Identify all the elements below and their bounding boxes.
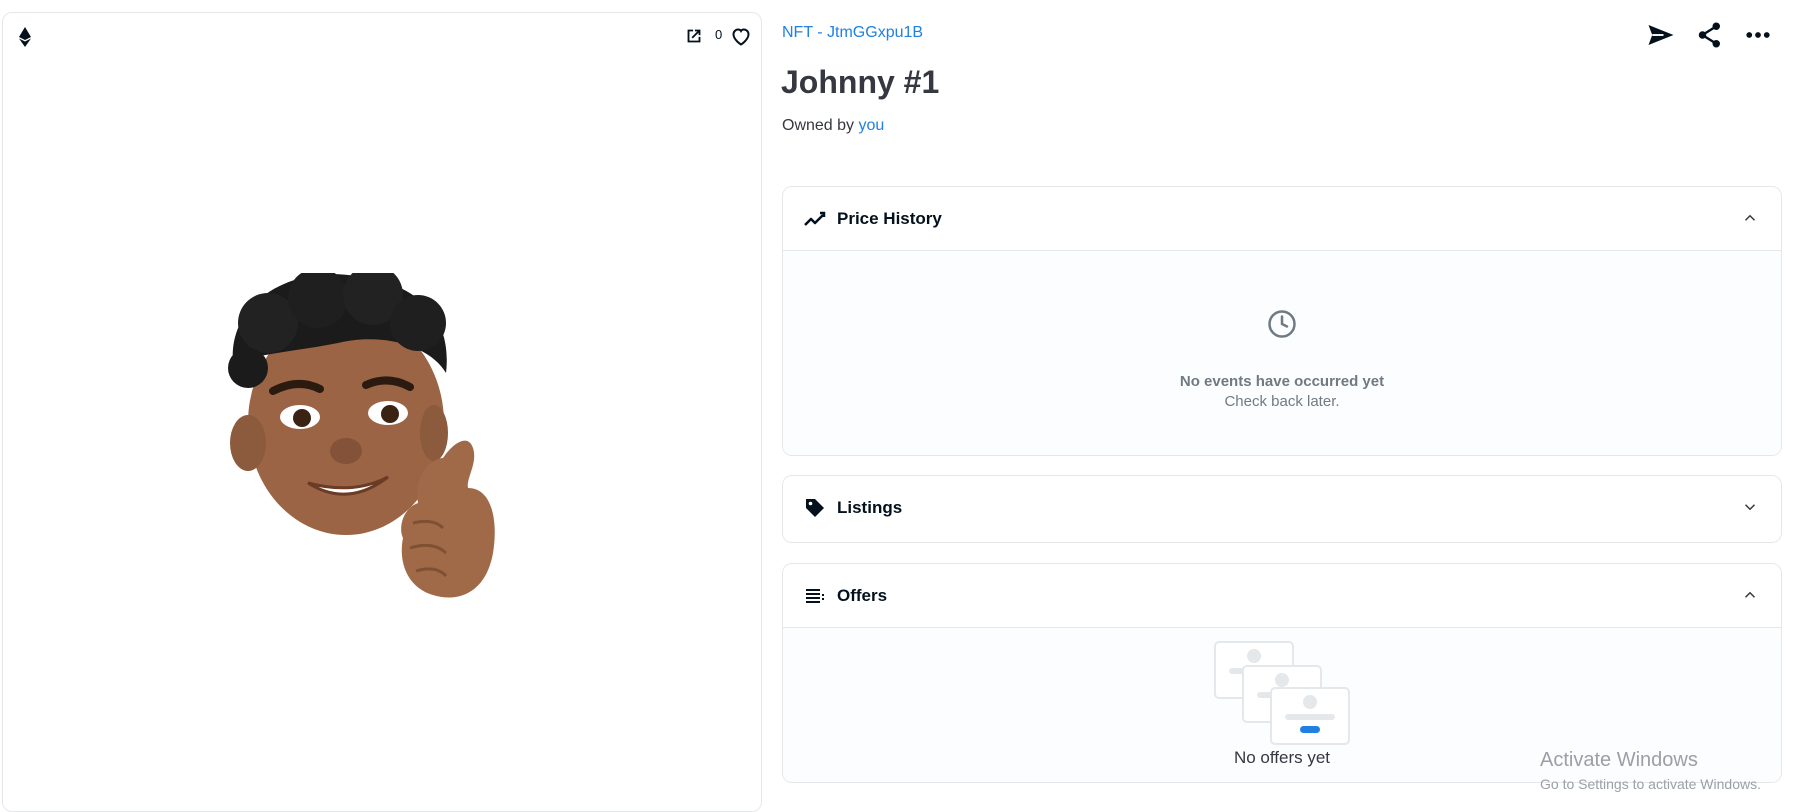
activate-windows-title: Activate Windows xyxy=(1540,749,1698,771)
listings-panel: Listings xyxy=(782,475,1782,543)
empty-offers-illustration xyxy=(1214,641,1350,745)
collection-link[interactable]: NFT - JtmGGxpu1B xyxy=(782,24,923,42)
owned-by-label: Owned by xyxy=(782,117,855,134)
no-events-title: No events have occurred yet xyxy=(1179,373,1385,390)
media-card: 0 xyxy=(2,12,762,812)
owner-link[interactable]: you xyxy=(859,117,885,134)
listings-header[interactable]: Listings xyxy=(783,476,1781,540)
offers-title: Offers xyxy=(837,585,888,605)
trending-line-icon xyxy=(804,211,826,226)
no-events-subtitle: Check back later. xyxy=(1224,393,1340,410)
offers-header[interactable]: Offers xyxy=(783,564,1781,628)
clock-icon xyxy=(1268,310,1296,338)
media-toolbar: 0 xyxy=(3,13,761,57)
ethereum-icon xyxy=(19,27,31,47)
share-icon[interactable] xyxy=(1695,20,1725,50)
chevron-up-icon[interactable] xyxy=(1741,209,1759,227)
list-icon xyxy=(806,588,824,603)
favorite-count: 0 xyxy=(715,27,723,42)
page-title: Johnny #1 xyxy=(781,64,940,100)
send-icon[interactable] xyxy=(1646,20,1676,50)
price-history-title: Price History xyxy=(837,208,942,228)
owner-line: Owned by you xyxy=(782,117,884,135)
chevron-down-icon[interactable] xyxy=(1741,498,1759,516)
chevron-up-icon[interactable] xyxy=(1741,586,1759,604)
open-in-new-icon[interactable] xyxy=(683,25,705,47)
price-history-body: No events have occurred yet Check back l… xyxy=(783,251,1781,455)
price-history-panel: Price History No events have occurred ye… xyxy=(782,186,1782,456)
more-icon[interactable] xyxy=(1743,20,1773,50)
listings-title: Listings xyxy=(837,498,903,517)
heart-icon[interactable] xyxy=(729,24,753,48)
activate-windows-subtitle: Go to Settings to activate Windows. xyxy=(1540,776,1761,792)
activate-windows-watermark: Activate Windows Go to Settings to activ… xyxy=(1540,749,1761,792)
price-history-header[interactable]: Price History xyxy=(783,187,1781,251)
tag-icon xyxy=(806,499,824,517)
nft-avatar-image xyxy=(228,273,495,598)
